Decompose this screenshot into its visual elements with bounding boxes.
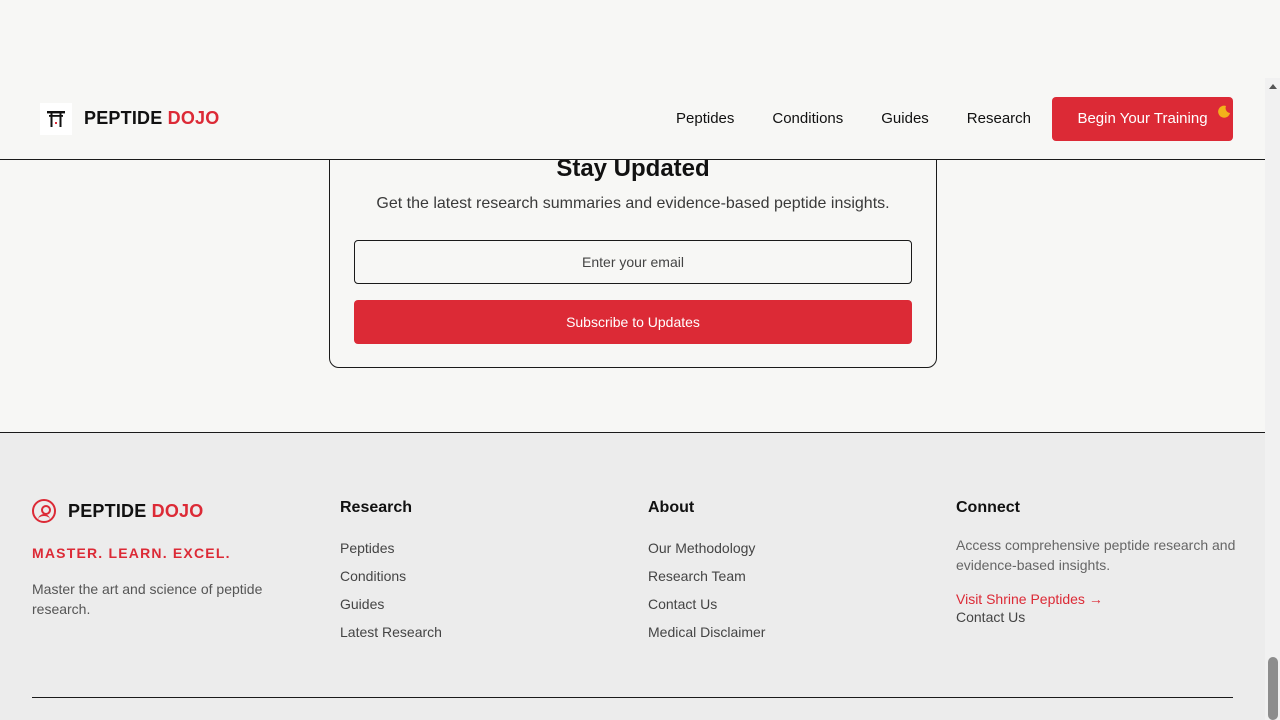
footer-heading-research: Research [340,499,413,516]
nav-conditions[interactable]: Conditions [772,110,843,127]
brand-main: PEPTIDE [84,108,163,128]
footer-brand-name: PEPTIDE DOJO [68,501,203,522]
site-footer: PEPTIDE DOJO MASTER. LEARN. EXCEL. Maste… [0,432,1265,720]
moon-icon[interactable] [1217,105,1231,122]
torii-gate-icon [40,102,72,135]
footer-brand-main: PEPTIDE [68,500,147,521]
footer-col-about: About Our Methodology Research Team Cont… [648,499,765,651]
email-field[interactable] [354,240,912,284]
brand-accent: DOJO [167,108,220,128]
scrollbar-thumb[interactable] [1268,657,1278,720]
footer-link-medical-disclaimer[interactable]: Medical Disclaimer [648,623,765,641]
main-nav: Peptides Conditions Guides Research Begi… [676,96,1233,141]
nav-guides[interactable]: Guides [881,110,929,127]
footer-link-guides[interactable]: Guides [340,595,442,613]
visit-shrine-link[interactable]: Visit Shrine Peptides → [956,591,1236,607]
nav-research[interactable]: Research [967,110,1031,127]
footer-logo[interactable]: PEPTIDE DOJO [32,499,292,523]
footer-link-research-team[interactable]: Research Team [648,567,765,585]
nav-peptides[interactable]: Peptides [676,110,734,127]
footer-brand: PEPTIDE DOJO MASTER. LEARN. EXCEL. Maste… [32,499,292,619]
header-logo[interactable]: PEPTIDE DOJO [40,102,219,135]
footer-divider [32,697,1233,698]
connect-description: Access comprehensive peptide research an… [956,537,1236,573]
footer-heading-connect: Connect [956,499,1020,516]
newsletter-subtitle: Get the latest research summaries and ev… [376,195,890,212]
footer-brand-accent: DOJO [151,500,204,521]
footer-link-latest-research[interactable]: Latest Research [340,623,442,641]
footer-link-methodology[interactable]: Our Methodology [648,539,765,557]
top-blank-band [0,0,1265,78]
brand-name: PEPTIDE DOJO [84,108,219,129]
user-circle-icon [32,499,56,523]
footer-col-connect: Connect Access comprehensive peptide res… [956,499,1236,625]
connect-contact-link[interactable]: Contact Us [956,609,1236,625]
footer-heading-about: About [648,499,695,516]
footer-col-research: Research Peptides Conditions Guides Late… [340,499,442,651]
scrollbar-track[interactable] [1265,78,1280,720]
footer-link-conditions[interactable]: Conditions [340,567,442,585]
site-header: PEPTIDE DOJO Peptides Conditions Guides … [0,78,1265,160]
footer-description: Master the art and science of peptide re… [32,581,263,617]
footer-link-peptides[interactable]: Peptides [340,539,442,557]
begin-training-button[interactable]: Begin Your Training [1052,96,1233,141]
footer-link-contact-us[interactable]: Contact Us [648,595,765,613]
footer-tagline: MASTER. LEARN. EXCEL. [32,545,231,561]
scroll-up-arrow-icon[interactable] [1269,84,1277,89]
subscribe-button[interactable]: Subscribe to Updates [354,300,912,344]
